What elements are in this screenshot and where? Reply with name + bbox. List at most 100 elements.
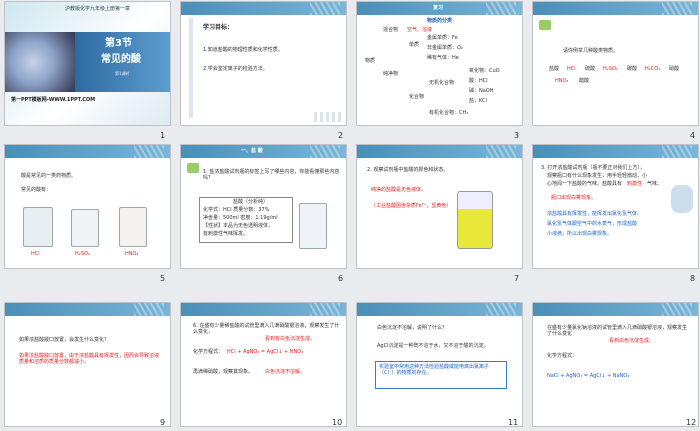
- header-pattern: [662, 303, 692, 316]
- slide8-line1: 3. 打开浓盐酸试剂瓶（瓶不要正对我们上方），: [541, 165, 645, 171]
- slide4-item-5: 碳酸: [627, 66, 638, 72]
- slide3-organic: 有机化合物：CH₄: [429, 110, 469, 116]
- slide3-metal: 金属单质：Fe: [427, 35, 458, 41]
- slide10-line2: 再滴稀硝酸，观察其现象。: [193, 369, 254, 375]
- slide7-line1: 2. 观察试剂瓶中盐酸的颜色和状态。: [367, 167, 449, 173]
- slide8-line4: 瓶口出现白雾现象。: [551, 195, 597, 201]
- slide4-item-7: 硝酸: [669, 66, 680, 72]
- slide4-item-2: HCl: [567, 66, 576, 72]
- slide4-question: 请你例举几种酸类物质。: [563, 48, 619, 54]
- slide12-question-answer: 看到白色沉淀生成。: [609, 338, 655, 344]
- slide7-line2: 纯净的盐酸是无色液体。: [371, 187, 427, 193]
- crystal-image: [5, 32, 75, 92]
- slide4-item-4: H₂SO₄: [603, 66, 618, 72]
- slide-thumbnail-5[interactable]: 酸是常见的一类药物质。 常见的酸有： HCl H₂SO₄ HNO₃: [4, 144, 171, 269]
- slide-thumbnail-3[interactable]: 复习 物质的分类 物质 混合物 空气、溶液 纯净物 单质 金属单质：Fe 非金属…: [356, 1, 523, 126]
- slide3-band: 复习: [433, 5, 444, 11]
- slide-thumbnail-9[interactable]: 如果浓盐酸敞口放置，会发生什么变化？ 如果浓盐酸敞口放置，由于浓盐酸具有挥发性，…: [4, 302, 171, 427]
- slide6-label-4: 【性状】本品为无色透明液体，: [203, 223, 274, 229]
- header-pattern: [662, 2, 692, 15]
- slide5-line1: 酸是常见的一类药物质。: [21, 173, 77, 179]
- slide10-equation: HCl + AgNO₃ = AgCl↓ + HNO₃: [227, 349, 304, 355]
- slide-thumbnail-7[interactable]: 2. 观察试剂瓶中盐酸的颜色和状态。 纯净的盐酸是无色液体。 （工业盐酸因含杂质…: [356, 144, 523, 269]
- slide3-inorganic: 无机化合物: [429, 80, 455, 86]
- slide4-item-8: HNO₃: [555, 78, 569, 84]
- slide5-label-h2so4: H₂SO₄: [75, 251, 90, 257]
- hex-decoration: [314, 112, 342, 122]
- slide-thumbnail-10[interactable]: 6. 在盛有少量稀盐酸的试管里滴入几滴硝酸银溶液，观察发生了什么变化， 看到有白…: [180, 302, 347, 427]
- slide-number-1: 1: [160, 131, 166, 140]
- slide-thumbnail-2[interactable]: 学习目标： 1.知道盐酸的物理性质和化学性质。 2.学会鉴定离子的检验方法。: [180, 1, 347, 126]
- slide9-answer: 如果浓盐酸敞口放置，由于浓盐酸具有挥发性，因而会导致溶液质量和溶质的质量分数都减…: [19, 353, 160, 366]
- book-icon: [539, 20, 551, 30]
- hno3-bottle-image: [119, 207, 147, 247]
- slide3-element: 单质: [409, 42, 420, 48]
- slide-thumbnail-1[interactable]: 沪教版化学九年级上册第一章 第3节 常见的酸 第1课时 第一PPT模板网-WWW…: [4, 1, 171, 126]
- slide7-line3: （工业盐酸因含杂质Fe³⁺，显黄色）: [371, 203, 452, 209]
- slide-number-9: 9: [160, 418, 166, 427]
- slide-number-11: 11: [508, 418, 519, 427]
- slide-thumbnail-12[interactable]: 在盛有少量氯化钠溶液的试管里滴入几滴硝酸银溶液，观察发生了什么变化 看到白色沉淀…: [532, 302, 699, 427]
- slide3-compound: 化合物: [409, 94, 425, 100]
- slide12-equation: NaCl + AgNO₃ = AgCl↓ + NaNO₃: [547, 373, 630, 379]
- slide-sorter-grid: 沪教版化学九年级上册第一章 第3节 常见的酸 第1课时 第一PPT模板网-WWW…: [2, 0, 699, 431]
- slide5-label-hno3: HNO₃: [125, 251, 139, 257]
- header-pattern: [310, 303, 340, 316]
- slide8-line2: 观察瓶口有什么现象发生，用手轻轻扇动，小: [547, 173, 648, 179]
- slide8-line3-end: 气味。: [647, 181, 663, 187]
- slide4-item-1: 盐酸: [549, 66, 560, 72]
- slide8-line6: 氯化氢气体跟空气中的水蒸气，形成盐酸: [547, 221, 638, 227]
- h2so4-bottle-image: [71, 209, 99, 247]
- slide3-acid: 酸：HCl: [469, 78, 488, 84]
- slide2-line2: 2.学会鉴定离子的检验方法。: [203, 66, 268, 72]
- slide5-line2: 常见的酸有：: [21, 187, 52, 193]
- slide-number-7: 7: [514, 274, 520, 283]
- slide1-header: 沪教版化学九年级上册第一章: [65, 6, 131, 12]
- header-pattern: [134, 303, 164, 316]
- slide11-box-text: 实验室中常用这种方法检验盐酸或能电离出氯离子（Cl⁻）的物质的存在。: [379, 364, 490, 377]
- slide-number-5: 5: [160, 274, 166, 283]
- slide-number-10: 10: [332, 418, 343, 427]
- slide-number-2: 2: [338, 131, 344, 140]
- slide8-line7: 小液滴，所以出现白雾现象。: [547, 231, 613, 237]
- header-pattern: [486, 2, 516, 15]
- header-pattern: [486, 145, 516, 158]
- slide3-pure: 纯净物: [383, 71, 399, 77]
- slide3-base: 碱：NaOH: [469, 88, 494, 94]
- slide3-oxide: 氧化物：CuO: [469, 68, 500, 74]
- slide9-question: 如果浓盐酸敞口放置，会发生什么变化？: [19, 337, 110, 343]
- slide-thumbnail-8[interactable]: 3. 打开浓盐酸试剂瓶（瓶不要正对我们上方）， 观察瓶口有什么现象发生，用手轻轻…: [532, 144, 699, 269]
- slide6-label-5: 有刺激性气味挥发。: [203, 231, 249, 237]
- hcl-reagent-bottle-image: [299, 203, 327, 249]
- slide3-nonmetal: 非金属单质：O₂: [427, 45, 463, 51]
- slide4-item-9: 醋酸: [579, 78, 590, 84]
- slide1-subtitle: 常见的酸: [101, 54, 141, 65]
- slide12-eq-label: 化学方程式：: [547, 353, 578, 359]
- slide5-label-hcl: HCl: [31, 251, 40, 257]
- slide1-footer: 第一PPT模板网-WWW.1PPT.COM: [11, 97, 96, 103]
- slide3-noble: 稀有气体：He: [427, 55, 459, 61]
- hcl-bottle-image: [23, 207, 53, 247]
- slide-thumbnail-6[interactable]: 一、盐 酸 1. 盐浓盐酸试剂瓶的标签上写了哪些内容，你能看懂那些内容吗？ 盐酸…: [180, 144, 347, 269]
- header-pattern: [134, 145, 164, 158]
- header-pattern: [662, 145, 692, 158]
- slide-thumbnail-4[interactable]: 请你例举几种酸类物质。 盐酸 HCl 硫酸 H₂SO₄ 碳酸 H₂CO₃ 硝酸 …: [532, 1, 699, 126]
- left-accent-bar: [189, 18, 193, 118]
- slide3-salt: 盐：KCl: [469, 98, 487, 104]
- slide8-line3: 心地闻一下盐酸的气味。盐酸具有: [547, 181, 623, 187]
- slide10-eq-label: 化学方程式：: [193, 349, 224, 355]
- slide12-question: 在盛有少量氯化钠溶液的试管里滴入几滴硝酸银溶液，观察发生了什么变化: [547, 325, 688, 338]
- slide10-line2-answer: 白色沉淀不溶解。: [265, 369, 306, 375]
- slide3-matter: 物质: [365, 58, 376, 64]
- header-pattern: [486, 303, 516, 316]
- book-icon: [187, 163, 199, 173]
- slide-thumbnail-11[interactable]: 白色沉淀不溶解，说明了什么？ AgCl沉淀是一种既不溶于水，又不溶于酸的沉淀。 …: [356, 302, 523, 427]
- slide2-heading: 学习目标：: [203, 24, 234, 31]
- slide10-question-answer: 看到有白色沉淀生成。: [265, 336, 316, 342]
- slide2-line1: 1.知道盐酸的物理性质和化学性质。: [203, 47, 283, 53]
- slide1-title: 第3节: [105, 38, 132, 49]
- slide4-item-3: 硫酸: [585, 66, 596, 72]
- header-pattern: [310, 2, 340, 15]
- header-pattern: [310, 145, 340, 158]
- slide11-answer: AgCl沉淀是一种既不溶于水，又不溶于酸的沉淀。: [377, 343, 489, 349]
